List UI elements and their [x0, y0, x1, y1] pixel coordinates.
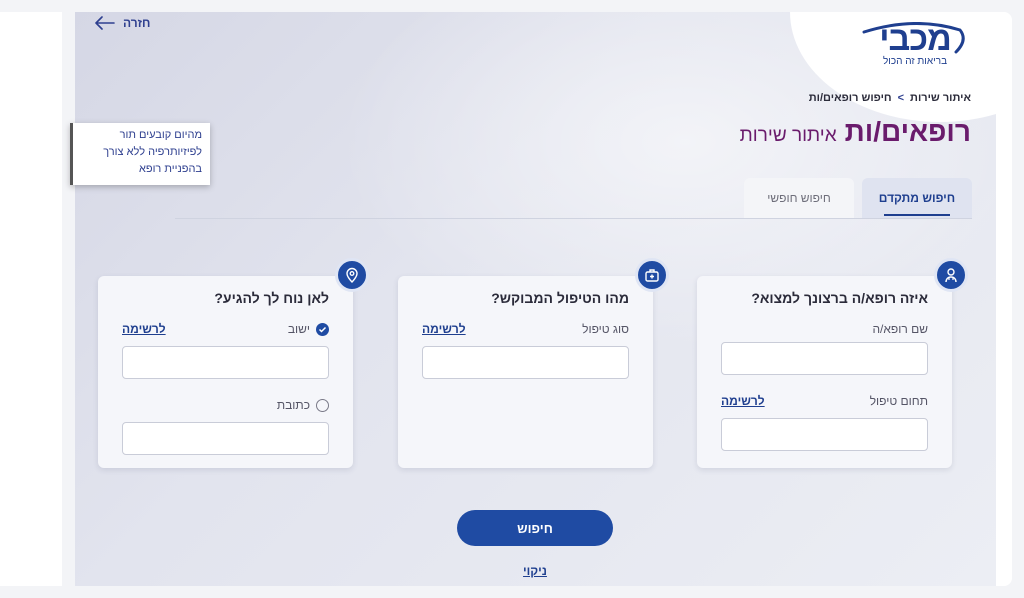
maccabi-logo[interactable]: מכבי בריאות זה הכול [860, 20, 970, 67]
address-label: כתובת [276, 398, 310, 412]
location-card-title: לאן נוח לך להגיע? [214, 290, 329, 306]
radio-button-icon[interactable] [316, 398, 329, 412]
check-circle-icon[interactable] [316, 322, 329, 336]
treatment-card-title: מהו הטיפול המבוקש? [491, 290, 629, 306]
back-link[interactable]: חזרה [95, 16, 150, 30]
doctor-card-title: איזה רופא/ה ברצונך למצוא? [751, 290, 928, 306]
arrow-left-icon [95, 16, 115, 30]
treatment-field-list-link[interactable]: לרשימה [721, 394, 765, 408]
breadcrumb-item-current: חיפוש רופאים/ות [808, 92, 892, 104]
doctor-card: איזה רופא/ה ברצונך למצוא? שם רופא/ה תחום… [697, 258, 968, 468]
promo-line-3: בהפניית רופא [138, 163, 202, 175]
promo-line-2: לפיזיותרפיה ללא צורך [103, 146, 202, 158]
location-pin-icon [335, 258, 369, 292]
breadcrumb-item-service[interactable]: איתור שירות [910, 92, 971, 104]
address-option[interactable]: כתובת [277, 398, 329, 412]
physiotherapy-promo-banner[interactable]: מהיום קובעים תור לפיזיותרפיה ללא צורך בה… [70, 123, 210, 185]
doctor-name-row: שם רופא/ה [721, 322, 928, 336]
left-margin [0, 12, 62, 586]
medical-bag-icon [635, 258, 669, 292]
search-cards: איזה רופא/ה ברצונך למצוא? שם רופא/ה תחום… [98, 258, 968, 468]
promo-line-1: מהיום קובעים תור [119, 129, 202, 141]
treatment-type-list-link[interactable]: לרשימה [422, 322, 466, 336]
doctor-name-input[interactable] [721, 342, 928, 375]
page-title-sub: איתור שירות [739, 125, 837, 146]
tabs-divider [175, 218, 972, 219]
doctor-icon [934, 258, 968, 292]
treatment-field-row: תחום טיפול לרשימה [721, 394, 928, 408]
address-input[interactable] [122, 422, 329, 455]
tab-free-search[interactable]: חיפוש חופשי [744, 178, 854, 218]
treatment-field-label: תחום טיפול [869, 394, 928, 408]
logo-swoosh-icon [862, 22, 965, 54]
page-title-main: רופאים/ות [844, 116, 971, 147]
search-tabs: חיפוש מתקדם חיפוש חופשי [744, 178, 972, 218]
settlement-input[interactable] [122, 346, 329, 379]
address-row: כתובת [122, 398, 329, 412]
breadcrumb-separator: > [897, 92, 905, 104]
page-viewport: חזרה מכבי בריאות זה הכול איתור שירות > ח… [75, 12, 996, 586]
location-card: לאן נוח לך להגיע? ישוב לרשימה כתובת [98, 258, 369, 468]
treatment-type-input[interactable] [422, 346, 629, 379]
search-button[interactable]: חיפוש [457, 510, 613, 546]
settlement-list-link[interactable]: לרשימה [122, 322, 166, 336]
treatment-type-label: סוג טיפול [582, 322, 629, 336]
settlement-row: ישוב לרשימה [122, 322, 329, 336]
back-label: חזרה [123, 16, 151, 30]
treatment-type-row: סוג טיפול לרשימה [422, 322, 629, 336]
treatment-field-input[interactable] [721, 418, 928, 451]
settlement-option[interactable]: ישוב [288, 322, 329, 336]
clear-link[interactable]: ניקוי [521, 564, 549, 578]
page-title: רופאים/ות איתור שירות [740, 116, 971, 148]
tab-advanced-search[interactable]: חיפוש מתקדם [862, 178, 972, 218]
breadcrumb: איתור שירות > חיפוש רופאים/ות [809, 92, 971, 104]
treatment-card: מהו הטיפול המבוקש? סוג טיפול לרשימה [398, 258, 669, 468]
doctor-name-label: שם רופא/ה [872, 322, 928, 336]
settlement-label: ישוב [287, 322, 310, 336]
right-margin [996, 12, 1012, 586]
